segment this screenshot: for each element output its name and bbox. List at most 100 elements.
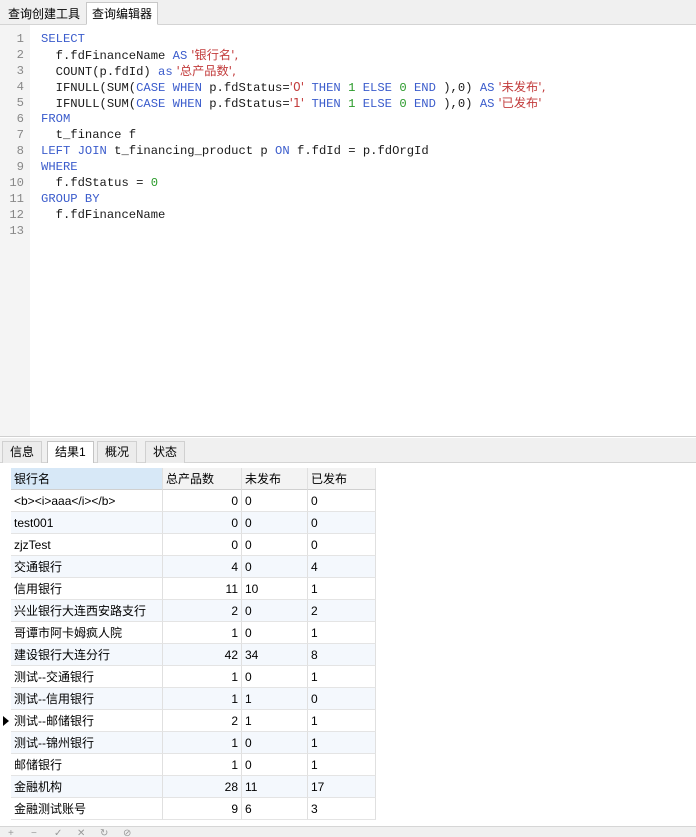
cell-unpublished[interactable]: 0 bbox=[242, 622, 308, 644]
table-row[interactable]: <b><i>aaa</i></b> 0 0 0 bbox=[0, 490, 376, 512]
tab-status[interactable]: 状态 bbox=[145, 441, 186, 463]
cell-total-products[interactable]: 1 bbox=[163, 732, 242, 754]
cell-bank-name[interactable]: 建设银行大连分行 bbox=[11, 644, 163, 666]
table-row[interactable]: 金融机构 28 11 17 bbox=[0, 776, 376, 798]
row-indicator[interactable] bbox=[0, 534, 11, 556]
cell-total-products[interactable]: 9 bbox=[163, 798, 242, 820]
table-row[interactable]: 哥谭市阿卡姆疯人院 1 0 1 bbox=[0, 622, 376, 644]
tab-query-builder[interactable]: 查询创建工具 bbox=[2, 2, 86, 25]
cell-unpublished[interactable]: 34 bbox=[242, 644, 308, 666]
cell-total-products[interactable]: 1 bbox=[163, 688, 242, 710]
cell-published[interactable]: 17 bbox=[308, 776, 376, 798]
cell-unpublished[interactable]: 0 bbox=[242, 754, 308, 776]
sql-editor[interactable]: 1 SELECT 2 f.fdFinanceName AS '银行名', 3 COUN… bbox=[0, 25, 696, 437]
cell-total-products[interactable]: 1 bbox=[163, 666, 242, 688]
cell-total-products[interactable]: 4 bbox=[163, 556, 242, 578]
row-indicator[interactable] bbox=[0, 600, 11, 622]
code-line[interactable]: 1 SELECT bbox=[0, 31, 696, 47]
add-record-icon[interactable]: + bbox=[8, 829, 18, 837]
cell-bank-name[interactable]: 测试--信用银行 bbox=[11, 688, 163, 710]
table-row[interactable]: 建设银行大连分行 42 34 8 bbox=[0, 644, 376, 666]
cell-published[interactable]: 1 bbox=[308, 578, 376, 600]
row-indicator[interactable] bbox=[0, 798, 11, 820]
row-indicator[interactable] bbox=[0, 776, 11, 798]
cell-unpublished[interactable]: 0 bbox=[242, 512, 308, 534]
cell-bank-name[interactable]: <b><i>aaa</i></b> bbox=[11, 490, 163, 512]
cell-total-products[interactable]: 11 bbox=[163, 578, 242, 600]
cell-total-products[interactable]: 2 bbox=[163, 710, 242, 732]
cell-unpublished[interactable]: 0 bbox=[242, 732, 308, 754]
cell-unpublished[interactable]: 11 bbox=[242, 776, 308, 798]
cell-total-products[interactable]: 0 bbox=[163, 490, 242, 512]
cell-bank-name[interactable]: 交通银行 bbox=[11, 556, 163, 578]
cell-unpublished[interactable]: 0 bbox=[242, 556, 308, 578]
cell-bank-name[interactable]: 信用银行 bbox=[11, 578, 163, 600]
column-header-bank-name[interactable]: 银行名 bbox=[11, 468, 163, 490]
apply-icon[interactable]: ✓ bbox=[54, 829, 64, 837]
row-indicator[interactable] bbox=[0, 710, 11, 732]
row-indicator[interactable] bbox=[0, 578, 11, 600]
table-row[interactable]: 邮储银行 1 0 1 bbox=[0, 754, 376, 776]
code-line[interactable]: 3 COUNT(p.fdId) as '总产品数', bbox=[0, 63, 696, 79]
code-line[interactable]: 9 WHERE bbox=[0, 159, 696, 175]
row-indicator[interactable] bbox=[0, 622, 11, 644]
code-line[interactable]: 5 IFNULL(SUM(CASE WHEN p.fdStatus='1' TH… bbox=[0, 95, 696, 111]
table-row[interactable]: 信用银行 11 10 1 bbox=[0, 578, 376, 600]
cell-total-products[interactable]: 1 bbox=[163, 622, 242, 644]
table-row[interactable]: 交通银行 4 0 4 bbox=[0, 556, 376, 578]
row-indicator[interactable] bbox=[0, 644, 11, 666]
column-header-total-products[interactable]: 总产品数 bbox=[163, 468, 242, 490]
cell-unpublished[interactable]: 0 bbox=[242, 534, 308, 556]
cell-total-products[interactable]: 0 bbox=[163, 512, 242, 534]
column-header-published[interactable]: 已发布 bbox=[308, 468, 376, 490]
row-indicator[interactable] bbox=[0, 688, 11, 710]
code-line[interactable]: 8 LEFT JOIN t_financing_product p ON f.fd… bbox=[0, 143, 696, 159]
cell-unpublished[interactable]: 10 bbox=[242, 578, 308, 600]
cell-total-products[interactable]: 42 bbox=[163, 644, 242, 666]
column-header-unpublished[interactable]: 未发布 bbox=[242, 468, 308, 490]
tab-profile[interactable]: 概况 bbox=[97, 441, 138, 463]
row-indicator[interactable] bbox=[0, 490, 11, 512]
cell-unpublished[interactable]: 0 bbox=[242, 666, 308, 688]
cell-published[interactable]: 1 bbox=[308, 710, 376, 732]
cell-published[interactable]: 1 bbox=[308, 732, 376, 754]
cell-unpublished[interactable]: 1 bbox=[242, 688, 308, 710]
row-indicator[interactable] bbox=[0, 754, 11, 776]
cell-total-products[interactable]: 28 bbox=[163, 776, 242, 798]
cell-published[interactable]: 4 bbox=[308, 556, 376, 578]
table-row[interactable]: 测试--锦州银行 1 0 1 bbox=[0, 732, 376, 754]
code-line[interactable]: 7 t_finance f bbox=[0, 127, 696, 143]
cell-total-products[interactable]: 0 bbox=[163, 534, 242, 556]
cell-bank-name[interactable]: 哥谭市阿卡姆疯人院 bbox=[11, 622, 163, 644]
code-line[interactable]: 12 f.fdFinanceName bbox=[0, 207, 696, 223]
refresh-icon[interactable]: ↻ bbox=[100, 829, 110, 837]
table-row[interactable]: test001 0 0 0 bbox=[0, 512, 376, 534]
cell-unpublished[interactable]: 0 bbox=[242, 490, 308, 512]
cell-bank-name[interactable]: test001 bbox=[11, 512, 163, 534]
tab-result-1[interactable]: 结果1 bbox=[47, 441, 94, 463]
cell-unpublished[interactable]: 6 bbox=[242, 798, 308, 820]
cell-total-products[interactable]: 2 bbox=[163, 600, 242, 622]
table-row[interactable]: zjzTest 0 0 0 bbox=[0, 534, 376, 556]
cell-bank-name[interactable]: 兴业银行大连西安路支行 bbox=[11, 600, 163, 622]
tab-info[interactable]: 信息 bbox=[2, 441, 43, 463]
cell-published[interactable]: 2 bbox=[308, 600, 376, 622]
delete-record-icon[interactable]: − bbox=[31, 829, 41, 837]
cell-published[interactable]: 0 bbox=[308, 534, 376, 556]
row-indicator[interactable] bbox=[0, 732, 11, 754]
code-line[interactable]: 2 f.fdFinanceName AS '银行名', bbox=[0, 47, 696, 63]
code-line[interactable]: 13 bbox=[0, 223, 696, 239]
stop-icon[interactable]: ⊘ bbox=[123, 829, 133, 837]
cell-bank-name[interactable]: zjzTest bbox=[11, 534, 163, 556]
row-indicator[interactable] bbox=[0, 556, 11, 578]
cell-bank-name[interactable]: 测试--交通银行 bbox=[11, 666, 163, 688]
row-indicator[interactable] bbox=[0, 512, 11, 534]
cell-bank-name[interactable]: 测试--邮储银行 bbox=[11, 710, 163, 732]
row-indicator[interactable] bbox=[0, 666, 11, 688]
cell-bank-name[interactable]: 金融测试账号 bbox=[11, 798, 163, 820]
cell-bank-name[interactable]: 金融机构 bbox=[11, 776, 163, 798]
cancel-icon[interactable]: ✕ bbox=[77, 829, 87, 837]
cell-total-products[interactable]: 1 bbox=[163, 754, 242, 776]
cell-published[interactable]: 1 bbox=[308, 754, 376, 776]
table-row[interactable]: 兴业银行大连西安路支行 2 0 2 bbox=[0, 600, 376, 622]
